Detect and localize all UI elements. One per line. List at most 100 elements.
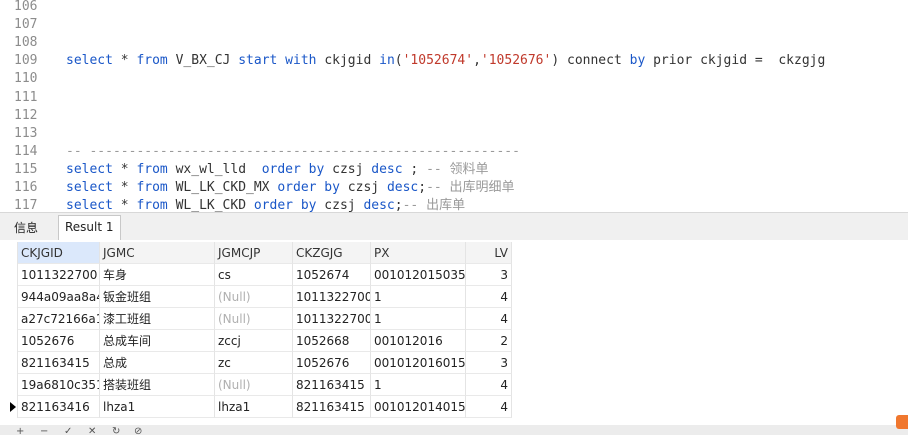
table-cell[interactable]: 1 — [371, 308, 466, 330]
table-cell[interactable]: (Null) — [215, 374, 293, 396]
table-cell[interactable]: 1052676 — [18, 330, 100, 352]
table-cell[interactable]: 001012015035 — [371, 264, 466, 286]
table-row[interactable]: 821163416 lhza1 lhza1 821163415 001012014015… — [0, 396, 520, 418]
code-token-kw: select — [66, 53, 113, 69]
sql-editor[interactable]: 106 107 108 109 select * from V_BX_CJ start … — [0, 0, 908, 212]
code-token-plain: * — [112, 180, 137, 195]
table-row[interactable]: 1011322700 车身 cs 1052674 001012015035 3 — [0, 264, 520, 286]
apply-icon[interactable]: ✓ — [64, 427, 72, 435]
code-token-kw: select — [66, 180, 113, 195]
table-cell[interactable]: 19a6810c351 — [18, 374, 100, 396]
table-cell[interactable]: 4 — [466, 396, 512, 418]
column-header-ckjgid[interactable]: CKJGID — [18, 242, 100, 264]
code-token-plain: ckjgid — [316, 53, 380, 69]
code-token-plain: czsj — [316, 198, 364, 212]
notification-badge-icon[interactable] — [896, 415, 908, 429]
row-marker[interactable] — [0, 396, 18, 418]
row-marker[interactable] — [0, 330, 18, 352]
table-cell[interactable]: 3 — [466, 264, 512, 286]
column-header-px[interactable]: PX — [371, 242, 466, 264]
table-cell[interactable]: a27c72166a1 — [18, 308, 100, 330]
table-cell[interactable]: 1 — [371, 374, 466, 396]
code-token-plain: * — [112, 53, 137, 69]
table-row[interactable]: 821163415 总成 zc 1052676 001012016015 3 — [0, 352, 520, 374]
code-token-kw: desc — [363, 198, 395, 212]
delete-row-icon[interactable]: − — [40, 427, 48, 435]
table-cell[interactable]: 001012016015 — [371, 352, 466, 374]
table-cell[interactable]: 1011322700 — [293, 308, 371, 330]
table-cell[interactable]: 1052676 — [293, 352, 371, 374]
table-cell[interactable]: 1 — [371, 286, 466, 308]
table-cell[interactable]: zccj — [215, 330, 293, 352]
column-header-jgmcjp[interactable]: JGMCJP — [215, 242, 293, 264]
table-cell[interactable]: 1052668 — [293, 330, 371, 352]
code-token-kw: from — [136, 180, 168, 195]
table-cell[interactable]: 3 — [466, 352, 512, 374]
tab-info[interactable]: 信息 — [8, 217, 44, 239]
discard-icon[interactable]: ✕ — [88, 427, 96, 435]
column-header-jgmc[interactable]: JGMC — [100, 242, 215, 264]
table-cell[interactable]: 1011322700 — [293, 286, 371, 308]
table-row[interactable]: 944a09aa8a4 钣金班组 (Null) 1011322700 1 4 — [0, 286, 520, 308]
stop-icon[interactable]: ⊘ — [134, 427, 142, 435]
table-cell[interactable]: 001012016 — [371, 330, 466, 352]
code-text: select * from WL_LK_CKD_MX order by czsj… — [66, 179, 515, 197]
table-cell[interactable]: 总成车间 — [100, 330, 215, 352]
table-cell[interactable]: lhza1 — [100, 396, 215, 418]
code-token-kw: from — [136, 53, 168, 69]
table-cell[interactable]: 944a09aa8a4 — [18, 286, 100, 308]
column-header-lv[interactable]: LV — [466, 242, 512, 264]
table-cell[interactable]: 2 — [466, 330, 512, 352]
table-cell[interactable]: 821163416 — [18, 396, 100, 418]
table-cell[interactable]: 821163415 — [293, 396, 371, 418]
refresh-icon[interactable]: ↻ — [112, 427, 120, 435]
table-cell[interactable]: 821163415 — [293, 374, 371, 396]
table-cell[interactable]: 总成 — [100, 352, 215, 374]
code-token-kw: by — [629, 53, 646, 69]
row-marker[interactable] — [0, 286, 18, 308]
result-grid[interactable]: CKJGID JGMC JGMCJP CKZGJG PX LV 1011322700 车身 cs… — [0, 240, 908, 420]
table-row[interactable]: 19a6810c351 搭装班组 (Null) 821163415 1 4 — [0, 374, 520, 396]
table-cell[interactable]: 4 — [466, 308, 512, 330]
grid-toolbar: + − ✓ ✕ ↻ ⊘ — [0, 425, 908, 435]
code-token-plain: , — [473, 53, 481, 69]
code-token-kw: desc — [386, 180, 419, 195]
table-row[interactable]: 1052676 总成车间 zccj 1052668 001012016 2 — [0, 330, 520, 352]
table-cell[interactable]: cs — [215, 264, 293, 286]
table-cell[interactable]: 4 — [466, 374, 512, 396]
table-cell[interactable]: 车身 — [100, 264, 215, 286]
code-token-kw: select — [66, 161, 113, 177]
table-row[interactable]: a27c72166a1 漆工班组 (Null) 1011322700 1 4 — [0, 308, 520, 330]
code-token-plain: WL_LK_CKD_MX — [167, 180, 278, 195]
table-cell[interactable]: (Null) — [215, 286, 293, 308]
table-cell[interactable]: (Null) — [215, 308, 293, 330]
table-cell[interactable]: lhza1 — [215, 396, 293, 418]
line-number: 108 — [14, 35, 38, 51]
line-number: 110 — [14, 71, 38, 87]
table-cell[interactable]: 0010120140150 — [371, 396, 466, 418]
row-marker[interactable] — [0, 264, 18, 286]
table-cell[interactable]: 1011322700 — [18, 264, 100, 286]
column-header-ckzgjg[interactable]: CKZGJG — [293, 242, 371, 264]
code-token-plain: ( — [394, 53, 403, 69]
table-cell[interactable]: 钣金班组 — [100, 286, 215, 308]
line-number: 107 — [14, 17, 38, 33]
code-token-kw: from — [136, 198, 168, 212]
code-text: select * from WL_LK_CKD order by czsj de… — [66, 197, 465, 212]
row-marker[interactable] — [0, 374, 18, 396]
row-marker[interactable] — [0, 352, 18, 374]
row-marker[interactable] — [0, 308, 18, 330]
code-token-plain: ; — [418, 180, 427, 195]
table-cell[interactable]: 搭装班组 — [100, 374, 215, 396]
code-token-kw: in — [379, 53, 395, 69]
table-cell[interactable]: 漆工班组 — [100, 308, 215, 330]
table-cell[interactable]: 1052674 — [293, 264, 371, 286]
table-cell[interactable]: zc — [215, 352, 293, 374]
table-cell[interactable]: 4 — [466, 286, 512, 308]
line-number: 116 — [14, 180, 38, 195]
table-cell[interactable]: 821163415 — [18, 352, 100, 374]
tab-result-1[interactable]: Result 1 — [58, 215, 121, 240]
code-token-plain: czsj — [339, 180, 387, 195]
code-token-plain: * — [112, 198, 137, 212]
add-row-icon[interactable]: + — [16, 427, 24, 435]
